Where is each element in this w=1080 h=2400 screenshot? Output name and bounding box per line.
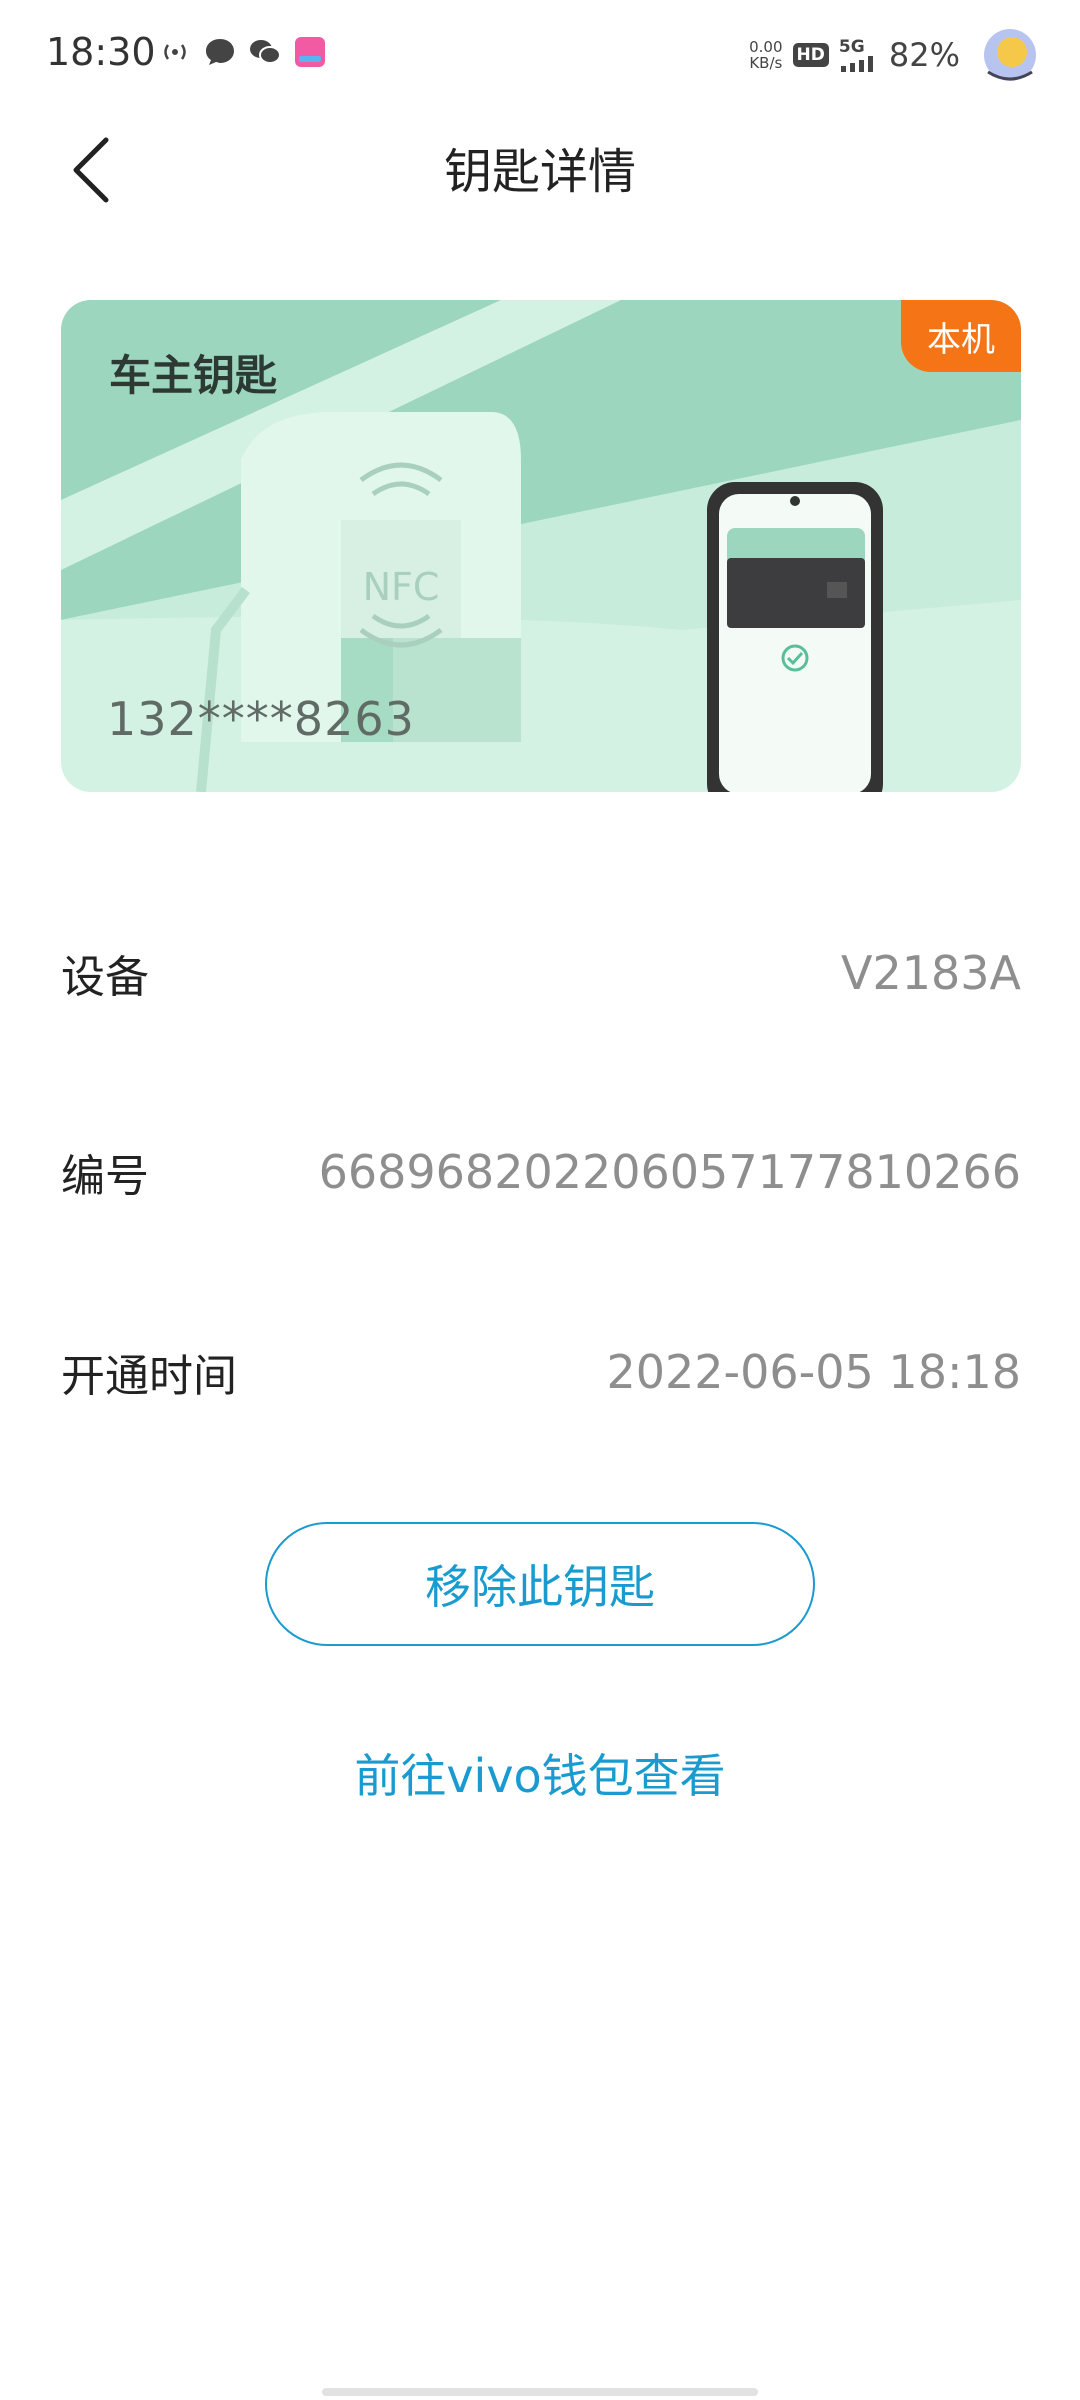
number-label: 编号 <box>61 1151 149 1202</box>
card-phone-number: 132****8263 <box>107 692 415 746</box>
page-title: 钥匙详情 <box>443 144 636 200</box>
hd-badge: HD <box>792 43 829 67</box>
header: 钥匙详情 <box>0 110 1080 220</box>
wechat-icon <box>250 40 281 64</box>
card-title: 车主钥匙 <box>109 351 278 400</box>
device-row: 设备 V2183A <box>61 933 1021 1013</box>
avatar-icon <box>984 29 1036 81</box>
net-speed-unit: KB/s <box>749 54 783 72</box>
number-value: 668968202206057177810266 <box>318 1145 1021 1199</box>
battery-level: 82% <box>888 36 960 74</box>
key-card: NFC 车主钥匙 132****8263 本机 <box>61 300 1021 792</box>
home-indicator[interactable] <box>322 2388 758 2396</box>
this-device-badge: 本机 <box>901 300 1021 372</box>
hotspot-icon <box>164 44 186 60</box>
status-time: 18:30 <box>46 30 156 74</box>
device-label: 设备 <box>61 952 149 1003</box>
notification-icons <box>158 36 326 68</box>
network-indicator: 5G <box>839 38 879 72</box>
open-time-label: 开通时间 <box>61 1351 237 1402</box>
net-speed-value: 0.00 <box>749 38 783 56</box>
app-notification-icon <box>295 37 325 67</box>
network-type: 5G <box>838 37 865 57</box>
view-in-wallet-link[interactable]: 前往vivo钱包查看 <box>0 1740 1080 1806</box>
nfc-label: NFC <box>363 565 440 609</box>
chat-bubble-icon <box>206 39 234 65</box>
open-time-row: 开通时间 2022-06-05 18:18 <box>61 1332 1021 1412</box>
net-speed: 0.00 KB/s <box>749 39 782 71</box>
device-value: V2183A <box>840 946 1021 1000</box>
status-bar: 18:30 0.00 KB/s HD 5G 82% <box>0 0 1080 110</box>
number-row: 编号 668968202206057177810266 <box>61 1132 1021 1212</box>
remove-key-button[interactable]: 移除此钥匙 <box>265 1522 815 1646</box>
signal-icon <box>840 56 873 72</box>
system-indicators: 0.00 KB/s HD 5G 82% <box>749 22 1050 88</box>
open-time-value: 2022-06-05 18:18 <box>606 1345 1021 1399</box>
